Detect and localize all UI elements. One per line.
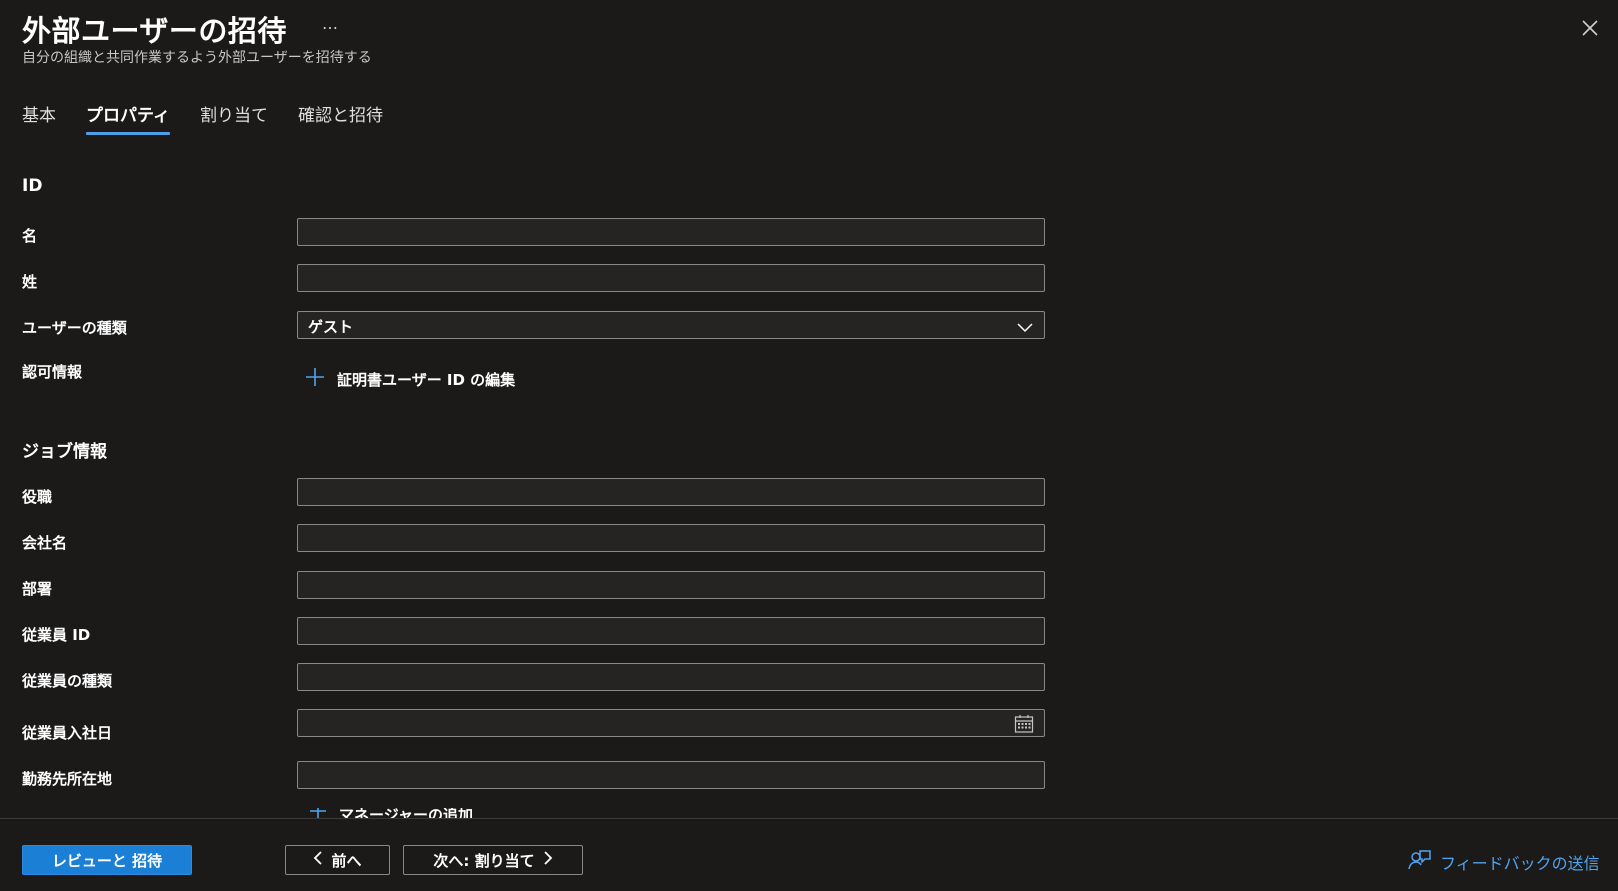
user-type-selected-value: ゲスト bbox=[308, 318, 354, 336]
plus-icon bbox=[305, 367, 325, 391]
chevron-left-icon bbox=[313, 851, 323, 869]
job-title-label: 役職 bbox=[22, 488, 53, 506]
review-and-invite-label: レビューと 招待 bbox=[51, 851, 163, 870]
section-heading-job-info: ジョブ情報 bbox=[22, 442, 107, 462]
footer-bar bbox=[0, 818, 1618, 891]
tab-basics[interactable]: 基本 bbox=[22, 101, 56, 135]
tab-assignments[interactable]: 割り当て bbox=[200, 101, 268, 135]
section-heading-identity: ID bbox=[22, 176, 43, 196]
send-feedback-label: フィードバックの送信 bbox=[1440, 854, 1600, 873]
plus-icon bbox=[309, 808, 327, 818]
job-title-input[interactable] bbox=[298, 479, 1044, 505]
page-subtitle: 自分の組織と共同作業するよう外部ユーザーを招待する bbox=[22, 50, 372, 66]
department-field[interactable] bbox=[297, 571, 1045, 599]
calendar-icon[interactable] bbox=[1014, 714, 1034, 738]
feedback-icon bbox=[1408, 849, 1432, 875]
tab-review-invite[interactable]: 確認と招待 bbox=[298, 101, 383, 135]
hire-date-input[interactable] bbox=[298, 710, 998, 736]
chevron-down-icon bbox=[1016, 319, 1034, 338]
employee-id-label: 従業員 ID bbox=[22, 626, 91, 644]
employee-type-input[interactable] bbox=[298, 664, 1044, 690]
footer-divider bbox=[0, 818, 1618, 819]
previous-label: 前へ bbox=[331, 851, 362, 870]
department-input[interactable] bbox=[298, 572, 1044, 598]
office-location-input[interactable] bbox=[298, 762, 1044, 788]
hire-date-label: 従業員入社日 bbox=[22, 724, 113, 742]
add-manager-label: マネージャーの追加 bbox=[339, 808, 473, 818]
first-name-label: 名 bbox=[22, 227, 38, 245]
last-name-input[interactable] bbox=[298, 265, 1044, 291]
send-feedback-link[interactable]: フィードバックの送信 bbox=[1408, 849, 1600, 875]
first-name-input[interactable] bbox=[298, 219, 1044, 245]
employee-id-field[interactable] bbox=[297, 617, 1045, 645]
hire-date-field[interactable] bbox=[297, 709, 1045, 737]
office-location-label: 勤務先所在地 bbox=[22, 770, 113, 788]
company-name-input[interactable] bbox=[298, 525, 1044, 551]
chevron-right-icon bbox=[543, 851, 553, 869]
tab-properties[interactable]: プロパティ bbox=[86, 101, 170, 135]
review-and-invite-button[interactable]: レビューと 招待 bbox=[22, 845, 192, 875]
company-name-field[interactable] bbox=[297, 524, 1045, 552]
department-label: 部署 bbox=[22, 580, 53, 598]
job-title-field[interactable] bbox=[297, 478, 1045, 506]
more-options-icon[interactable]: … bbox=[322, 14, 339, 33]
office-location-field[interactable] bbox=[297, 761, 1045, 789]
next-button[interactable]: 次へ: 割り当て bbox=[403, 845, 583, 875]
employee-id-input[interactable] bbox=[298, 618, 1044, 644]
page-title: 外部ユーザーの招待 bbox=[22, 14, 287, 48]
employee-type-label: 従業員の種類 bbox=[22, 672, 113, 690]
last-name-label: 姓 bbox=[22, 273, 38, 291]
close-icon[interactable] bbox=[1578, 16, 1602, 40]
edit-certificate-user-id-label: 証明書ユーザー ID の編集 bbox=[337, 370, 516, 389]
last-name-field[interactable] bbox=[297, 264, 1045, 292]
authorization-label: 認可情報 bbox=[22, 363, 83, 381]
tab-bar: 基本 プロパティ 割り当て 確認と招待 bbox=[22, 101, 383, 135]
edit-certificate-user-id-link[interactable]: 証明書ユーザー ID の編集 bbox=[305, 367, 515, 391]
add-manager-link[interactable]: マネージャーの追加 bbox=[309, 808, 473, 818]
next-label: 次へ: 割り当て bbox=[433, 851, 535, 870]
company-name-label: 会社名 bbox=[22, 534, 68, 552]
employee-type-field[interactable] bbox=[297, 663, 1045, 691]
user-type-label: ユーザーの種類 bbox=[22, 319, 127, 337]
previous-button[interactable]: 前へ bbox=[285, 845, 390, 875]
user-type-select[interactable]: ゲスト bbox=[297, 311, 1045, 339]
first-name-field[interactable] bbox=[297, 218, 1045, 246]
